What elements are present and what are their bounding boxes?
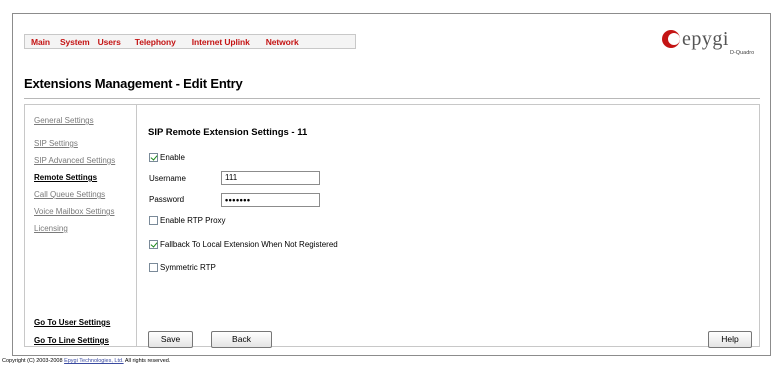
rtp-proxy-checkbox[interactable] <box>149 216 158 225</box>
password-input[interactable]: ••••••• <box>221 193 320 207</box>
enable-row: Enable <box>149 153 185 162</box>
sidebar-item-licensing[interactable]: Licensing <box>34 224 68 233</box>
nav-users[interactable]: Users <box>98 37 121 47</box>
nav-network[interactable]: Network <box>266 37 299 47</box>
title-divider <box>24 98 760 99</box>
rtp-proxy-row: Enable RTP Proxy <box>149 216 226 225</box>
save-button[interactable]: Save <box>148 331 193 348</box>
symmetric-rtp-label: Symmetric RTP <box>160 263 216 272</box>
sidebar: General Settings SIP Settings SIP Advanc… <box>24 104 137 347</box>
username-input[interactable]: 111 <box>221 171 320 185</box>
panel-heading: SIP Remote Extension Settings - 11 <box>148 127 308 138</box>
fallback-row: Fallback To Local Extension When Not Reg… <box>149 240 338 249</box>
sidebar-item-general-settings[interactable]: General Settings <box>34 116 94 125</box>
company-link[interactable]: Epygi Technologies, Ltd. <box>64 358 124 364</box>
rtp-proxy-label: Enable RTP Proxy <box>160 216 226 225</box>
go-to-user-settings-link[interactable]: Go To User Settings <box>34 318 110 327</box>
logo-mark-icon <box>662 30 680 48</box>
sidebar-item-sip-settings[interactable]: SIP Settings <box>34 139 78 148</box>
sidebar-item-remote-settings[interactable]: Remote Settings <box>34 173 97 182</box>
password-label: Password <box>149 195 185 204</box>
enable-label: Enable <box>160 153 185 162</box>
nav-main[interactable]: Main <box>31 37 50 47</box>
logo-text: epygi <box>682 28 729 50</box>
top-nav: Main System Users Telephony Internet Upl… <box>24 34 356 49</box>
fallback-checkbox[interactable] <box>149 240 158 249</box>
sidebar-item-voice-mailbox-settings[interactable]: Voice Mailbox Settings <box>34 207 115 216</box>
enable-checkbox[interactable] <box>149 153 158 162</box>
copyright-suffix: All rights reserved. <box>124 358 171 364</box>
back-button[interactable]: Back <box>211 331 272 348</box>
fallback-label: Fallback To Local Extension When Not Reg… <box>160 240 338 249</box>
sidebar-item-sip-advanced-settings[interactable]: SIP Advanced Settings <box>34 156 115 165</box>
copyright-footer: Copyright (C) 2003-2008 Epygi Technologi… <box>2 358 170 364</box>
settings-panel: SIP Remote Extension Settings - 11 Enabl… <box>137 104 760 348</box>
username-label: Username <box>149 174 186 183</box>
nav-system[interactable]: System <box>60 37 90 47</box>
epygi-logo: epygi D-Quadro <box>662 28 762 60</box>
sidebar-item-call-queue-settings[interactable]: Call Queue Settings <box>34 190 105 199</box>
help-button[interactable]: Help <box>708 331 752 348</box>
copyright-prefix: Copyright (C) 2003-2008 <box>2 358 63 364</box>
symmetric-rtp-checkbox[interactable] <box>149 263 158 272</box>
go-to-line-settings-link[interactable]: Go To Line Settings <box>34 336 109 345</box>
symmetric-rtp-row: Symmetric RTP <box>149 263 216 272</box>
nav-internet-uplink[interactable]: Internet Uplink <box>192 37 250 47</box>
nav-telephony[interactable]: Telephony <box>135 37 176 47</box>
page-title: Extensions Management - Edit Entry <box>24 76 243 91</box>
logo-subtitle: D-Quadro <box>730 50 755 56</box>
